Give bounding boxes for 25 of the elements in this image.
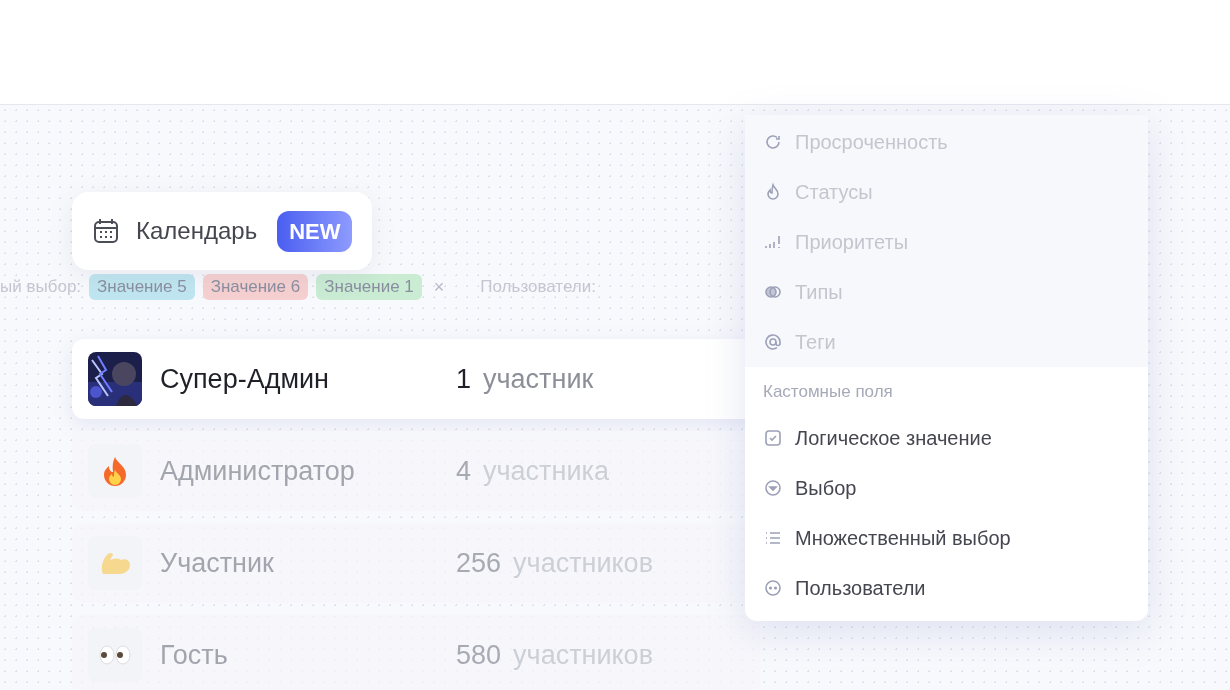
fire-icon bbox=[102, 456, 128, 486]
dropdown-circle-icon bbox=[763, 477, 783, 498]
filter-tag: Значение 5 bbox=[89, 274, 195, 300]
member-count: 4 bbox=[456, 454, 472, 488]
filter-tag: Значение 1 bbox=[316, 274, 422, 300]
role-name: Администратор bbox=[160, 454, 356, 488]
refresh-icon bbox=[763, 132, 783, 152]
clear-button[interactable]: × bbox=[429, 273, 449, 301]
section-title: Кастомные поля bbox=[762, 381, 894, 403]
calendar-icon bbox=[92, 217, 120, 245]
role-name: Супер-Админ bbox=[160, 362, 330, 396]
member-count: 1 bbox=[456, 362, 472, 396]
flexed-arm-icon bbox=[99, 550, 131, 576]
role-name: Участник bbox=[160, 546, 275, 580]
calendar-label: Календарь bbox=[136, 216, 258, 246]
member-count: 580 bbox=[456, 638, 502, 672]
at-sign-icon bbox=[763, 332, 783, 352]
member-count: 256 bbox=[456, 546, 502, 580]
member-unit: участник bbox=[483, 362, 594, 396]
new-badge: NEW bbox=[277, 210, 353, 252]
filter-tag: Значение 6 bbox=[202, 274, 309, 300]
user-circle-icon bbox=[763, 577, 783, 598]
eyes-icon bbox=[99, 645, 131, 665]
checkbox-icon bbox=[763, 427, 783, 448]
role-name: Гость bbox=[160, 638, 229, 672]
